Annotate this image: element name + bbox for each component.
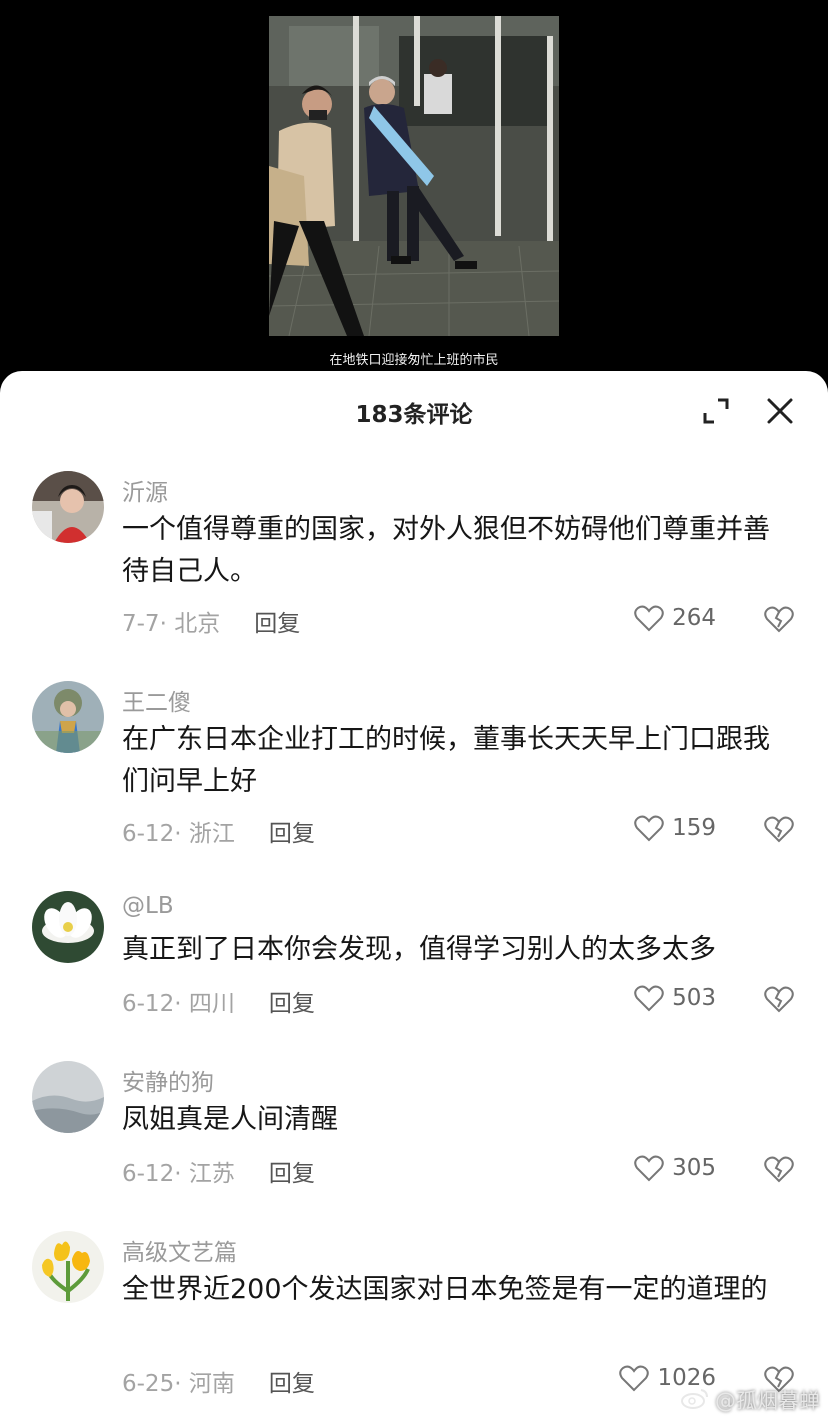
heart-outline-icon — [634, 815, 664, 842]
comment-username[interactable]: 安静的狗 — [122, 1063, 214, 1097]
heart-outline-icon — [634, 1155, 664, 1182]
comment-meta: 6-12· 四川 回复 — [122, 984, 315, 1018]
like-count: 159 — [672, 815, 716, 841]
weibo-logo-icon — [681, 1387, 709, 1414]
avatar[interactable] — [32, 891, 104, 963]
comment-username[interactable]: 沂源 — [122, 473, 168, 507]
comment-text: 全世界近200个发达国家对日本免签是有一定的道理的 — [122, 1274, 768, 1305]
video-area: 在地铁口迎接匆忙上班的市民 — [0, 0, 828, 372]
broken-heart-icon[interactable] — [764, 815, 794, 845]
avatar[interactable] — [32, 1061, 104, 1133]
reply-button[interactable]: 回复 — [269, 984, 315, 1018]
comment-meta: 7-7· 北京 回复 — [122, 604, 300, 638]
broken-heart-icon[interactable] — [764, 605, 794, 635]
sheet-header: 183条评论 — [0, 371, 828, 449]
like-count: 305 — [672, 1155, 716, 1181]
video-caption: 在地铁口迎接匆忙上班的市民 — [329, 353, 499, 368]
heart-outline-icon — [619, 1365, 650, 1392]
like-count: 503 — [672, 985, 716, 1011]
comment-date-location: 6-12· 浙江 — [122, 821, 235, 847]
like-count: 264 — [672, 605, 716, 631]
comment-meta: 6-12· 江苏 回复 — [122, 1154, 315, 1188]
heart-outline-icon — [634, 985, 664, 1012]
avatar[interactable] — [32, 681, 104, 753]
comment-meta: 6-12· 浙江 回复 — [122, 814, 315, 848]
video-thumbnail[interactable] — [269, 16, 559, 336]
video-scene-image — [269, 16, 559, 336]
watermark-text: @孤烟暮蝉 — [715, 1389, 820, 1413]
broken-heart-icon[interactable] — [764, 985, 794, 1015]
comment-text: 真正到了日本你会发现，值得学习别人的太多太多 — [122, 934, 716, 965]
comment-text: 凤姐真是人间清醒 — [122, 1104, 338, 1135]
heart-outline-icon — [634, 605, 664, 632]
comment-text: 一个值得尊重的国家，对外人狠但不妨碍他们尊重并善待自己人。 — [122, 514, 770, 587]
like-button[interactable]: 264 — [634, 604, 716, 632]
comment-date-location: 6-25· 河南 — [122, 1371, 235, 1397]
comments-sheet: 183条评论 沂源 一个值得尊重的国家，对外人狠但不妨碍他们尊重并善待自己人。 … — [0, 371, 828, 1423]
expand-icon[interactable] — [700, 395, 732, 427]
comment-username[interactable]: @LB — [122, 893, 174, 919]
reply-button[interactable]: 回复 — [269, 814, 315, 848]
like-button[interactable]: 159 — [634, 814, 716, 842]
broken-heart-icon[interactable] — [764, 1155, 794, 1185]
avatar[interactable] — [32, 1231, 104, 1303]
avatar[interactable] — [32, 471, 104, 543]
like-button[interactable]: 503 — [634, 984, 716, 1012]
comment-meta: 6-25· 河南 回复 — [122, 1364, 315, 1398]
close-icon[interactable] — [764, 395, 796, 427]
comment-date-location: 6-12· 四川 — [122, 991, 235, 1017]
comment-date-location: 7-7· 北京 — [122, 611, 221, 637]
like-button[interactable]: 305 — [634, 1154, 716, 1182]
comment-username[interactable]: 高级文艺篇 — [122, 1233, 237, 1267]
reply-button[interactable]: 回复 — [269, 1364, 315, 1398]
comment-date-location: 6-12· 江苏 — [122, 1161, 235, 1187]
watermark: @孤烟暮蝉 — [681, 1385, 820, 1415]
comment-username[interactable]: 王二傻 — [122, 683, 191, 717]
comment-text: 在广东日本企业打工的时候，董事长天天早上门口跟我们问早上好 — [122, 724, 770, 797]
reply-button[interactable]: 回复 — [254, 604, 300, 638]
reply-button[interactable]: 回复 — [269, 1154, 315, 1188]
